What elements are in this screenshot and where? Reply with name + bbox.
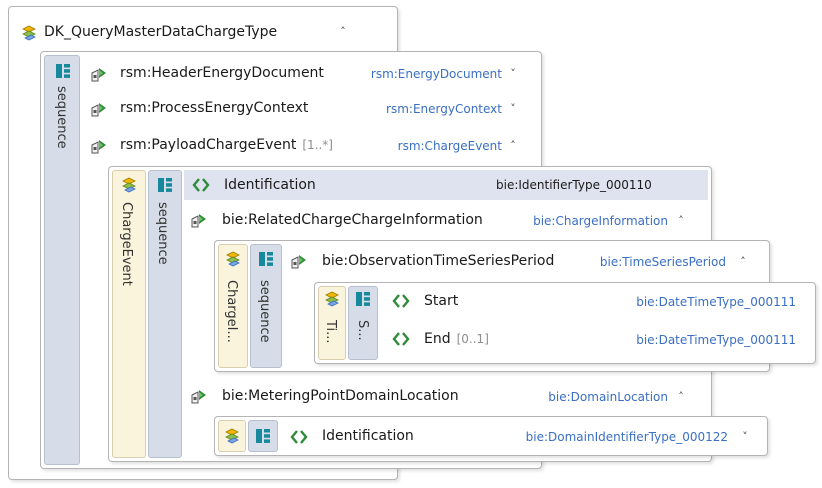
element-icon xyxy=(90,100,108,118)
element-name: End xyxy=(424,331,451,347)
collapse-chevron-up-icon[interactable]: ˄ xyxy=(506,140,520,152)
element-name: rsm:PayloadChargeEvent xyxy=(120,137,297,153)
collapse-chevron-up-icon[interactable]: ˄ xyxy=(736,256,750,268)
charge-event-sequence-label: sequence xyxy=(155,202,170,265)
attribute-icon xyxy=(290,428,308,446)
attribute-icon xyxy=(392,330,410,348)
element-observation-time-series-period[interactable]: bie:ObservationTimeSeriesPeriod xyxy=(322,253,554,269)
type-energy-context: rsm:EnergyContext xyxy=(386,102,502,116)
type-domain-identifier-122: bie:DomainIdentifierType_000122 xyxy=(525,430,728,444)
element-end[interactable]: End [0..1] xyxy=(424,331,489,347)
type-time-series-period: bie:TimeSeriesPeriod xyxy=(599,255,726,269)
type-domain-location: bie:DomainLocation xyxy=(548,390,668,404)
sequence-icon xyxy=(354,290,372,308)
sequence-icon xyxy=(257,250,275,268)
period-type-label: Ti... xyxy=(323,320,338,344)
element-icon xyxy=(190,387,208,405)
outer-sequence-label: sequence xyxy=(54,86,69,149)
element-metering-point-domain-location[interactable]: bie:MeteringPointDomainLocation xyxy=(222,388,459,404)
complex-type-icon xyxy=(223,427,241,445)
expand-chevron-down-icon[interactable]: ˅ xyxy=(506,68,520,80)
collapse-chevron-up-icon[interactable]: ˄ xyxy=(336,26,350,38)
cardinality-label: [0..1] xyxy=(456,332,489,346)
type-date-time-end: bie:DateTimeType_000111 xyxy=(636,333,796,347)
cardinality-label: [1..*] xyxy=(302,138,333,152)
element-identification[interactable]: Identification xyxy=(224,177,316,193)
expand-chevron-down-icon[interactable]: ˅ xyxy=(506,103,520,115)
complex-type-icon xyxy=(224,250,242,268)
charge-information-sequence-label: sequence xyxy=(257,280,272,343)
sequence-icon xyxy=(254,427,272,445)
element-icon xyxy=(90,137,108,155)
charge-information-type-label: ChargeI... xyxy=(224,280,239,343)
sequence-icon xyxy=(156,176,174,194)
collapse-chevron-up-icon[interactable]: ˄ xyxy=(674,391,688,403)
period-sequence-label: S... xyxy=(355,320,370,341)
attribute-icon xyxy=(192,176,210,194)
complex-type-icon xyxy=(120,176,138,194)
attribute-icon xyxy=(392,292,410,310)
type-date-time-start: bie:DateTimeType_000111 xyxy=(636,295,796,309)
element-related-charge-information[interactable]: bie:RelatedChargeChargeInformation xyxy=(222,212,483,228)
element-icon xyxy=(90,65,108,83)
type-charge-information: bie:ChargeInformation xyxy=(533,214,668,228)
type-energy-document: rsm:EnergyDocument xyxy=(370,67,502,81)
element-icon xyxy=(290,252,308,270)
sequence-icon xyxy=(54,62,72,80)
collapse-chevron-up-icon[interactable]: ˄ xyxy=(674,215,688,227)
element-start[interactable]: Start xyxy=(424,293,458,309)
element-icon xyxy=(190,211,208,229)
type-identifier-110: bie:IdentifierType_000110 xyxy=(496,178,652,192)
complex-type-icon xyxy=(323,290,341,308)
type-charge-event: rsm:ChargeEvent xyxy=(397,139,502,153)
element-payload-charge-event[interactable]: rsm:PayloadChargeEvent [1..*] xyxy=(120,137,333,153)
element-process-energy-context[interactable]: rsm:ProcessEnergyContext xyxy=(120,100,308,116)
complex-type-icon xyxy=(20,24,38,42)
element-location-identification[interactable]: Identification xyxy=(322,428,414,444)
charge-event-type-label: ChargeEvent xyxy=(119,202,134,286)
element-header-energy-document[interactable]: rsm:HeaderEnergyDocument xyxy=(120,65,324,81)
root-title: DK_QueryMasterDataChargeType xyxy=(44,24,278,40)
expand-chevron-down-icon[interactable]: ˅ xyxy=(738,431,752,443)
